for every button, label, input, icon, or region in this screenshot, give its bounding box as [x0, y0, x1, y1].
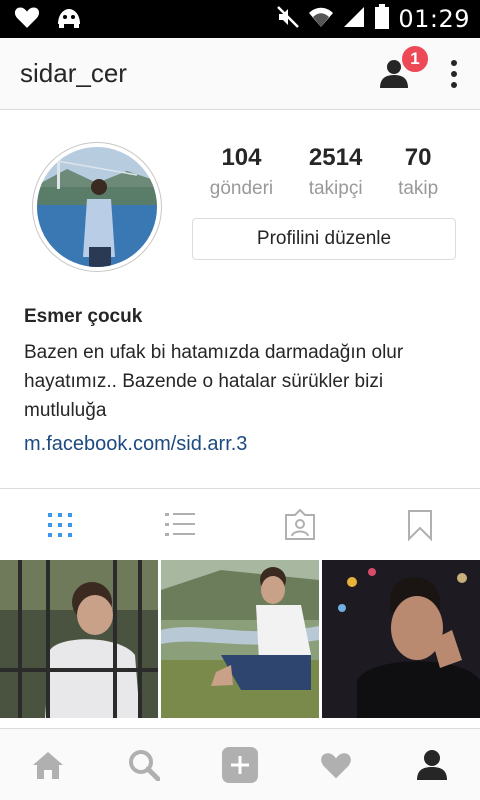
nav-search[interactable] — [96, 729, 192, 800]
nav-add[interactable] — [192, 729, 288, 800]
tab-tagged[interactable] — [240, 489, 360, 560]
heart-icon — [14, 5, 40, 34]
profile-avatar[interactable] — [32, 142, 162, 272]
bio-text: Bazen en ufak bi hatamızda darmadağın ol… — [24, 342, 404, 421]
profile-bio: Esmer çocuk Bazen en ufak bi hatamızda d… — [24, 306, 464, 456]
search-icon — [129, 749, 160, 781]
mute-icon — [276, 5, 300, 34]
stat-following-label: takip — [398, 178, 439, 199]
stat-posts-label: gönderi — [209, 178, 274, 199]
stat-posts[interactable]: 104 gönderi — [210, 144, 273, 200]
nav-home[interactable] — [0, 729, 96, 800]
profile-name: Esmer çocuk — [24, 306, 143, 327]
profile-header: sidar_cer 1 — [0, 38, 480, 110]
grid-post[interactable] — [322, 560, 480, 718]
photo-grid — [0, 560, 480, 718]
more-options-button[interactable] — [446, 54, 462, 94]
heart-icon — [321, 752, 351, 778]
tab-grid[interactable] — [0, 489, 120, 560]
add-user-button[interactable]: 1 — [378, 43, 430, 94]
tab-list[interactable] — [120, 489, 240, 560]
status-bar: 01:29 — [0, 0, 480, 38]
home-icon — [33, 751, 63, 779]
android-icon — [54, 6, 84, 33]
tab-saved[interactable] — [360, 489, 480, 560]
dot-icon — [451, 70, 457, 77]
status-time: 01:29 — [398, 5, 470, 33]
grid-post[interactable] — [0, 560, 158, 718]
grid-post[interactable] — [161, 560, 319, 718]
profile-icon — [417, 749, 447, 780]
avatar-photo — [37, 147, 157, 267]
profile-stats: 104 gönderi 2514 takipçi 70 takip — [192, 144, 456, 200]
bottom-navigation — [0, 728, 480, 800]
bio-link[interactable]: m.facebook.com/sid.arr.3 — [24, 433, 464, 456]
battery-icon — [374, 3, 390, 35]
notification-badge: 1 — [400, 43, 430, 74]
stat-followers[interactable]: 2514 takipçi — [309, 144, 363, 200]
signal-icon — [342, 5, 366, 34]
stat-following-count: 70 — [404, 144, 432, 171]
stat-followers-label: takipçi — [308, 178, 363, 199]
dot-icon — [451, 81, 457, 88]
grid-icon — [48, 512, 72, 537]
nav-profile[interactable] — [384, 729, 480, 800]
edit-profile-button[interactable]: Profilini düzenle — [192, 218, 456, 260]
stat-followers-count: 2514 — [308, 144, 363, 171]
dot-icon — [451, 59, 457, 66]
username-title: sidar_cer — [20, 58, 127, 88]
bookmark-icon — [408, 509, 432, 541]
profile-tabs — [0, 488, 480, 560]
nav-activity[interactable] — [288, 729, 384, 800]
tagged-icon — [285, 508, 315, 540]
stat-posts-count: 104 — [221, 144, 262, 171]
wifi-icon — [308, 5, 334, 34]
stat-following[interactable]: 70 takip — [398, 144, 438, 200]
list-icon — [165, 512, 195, 536]
add-icon — [222, 746, 258, 783]
